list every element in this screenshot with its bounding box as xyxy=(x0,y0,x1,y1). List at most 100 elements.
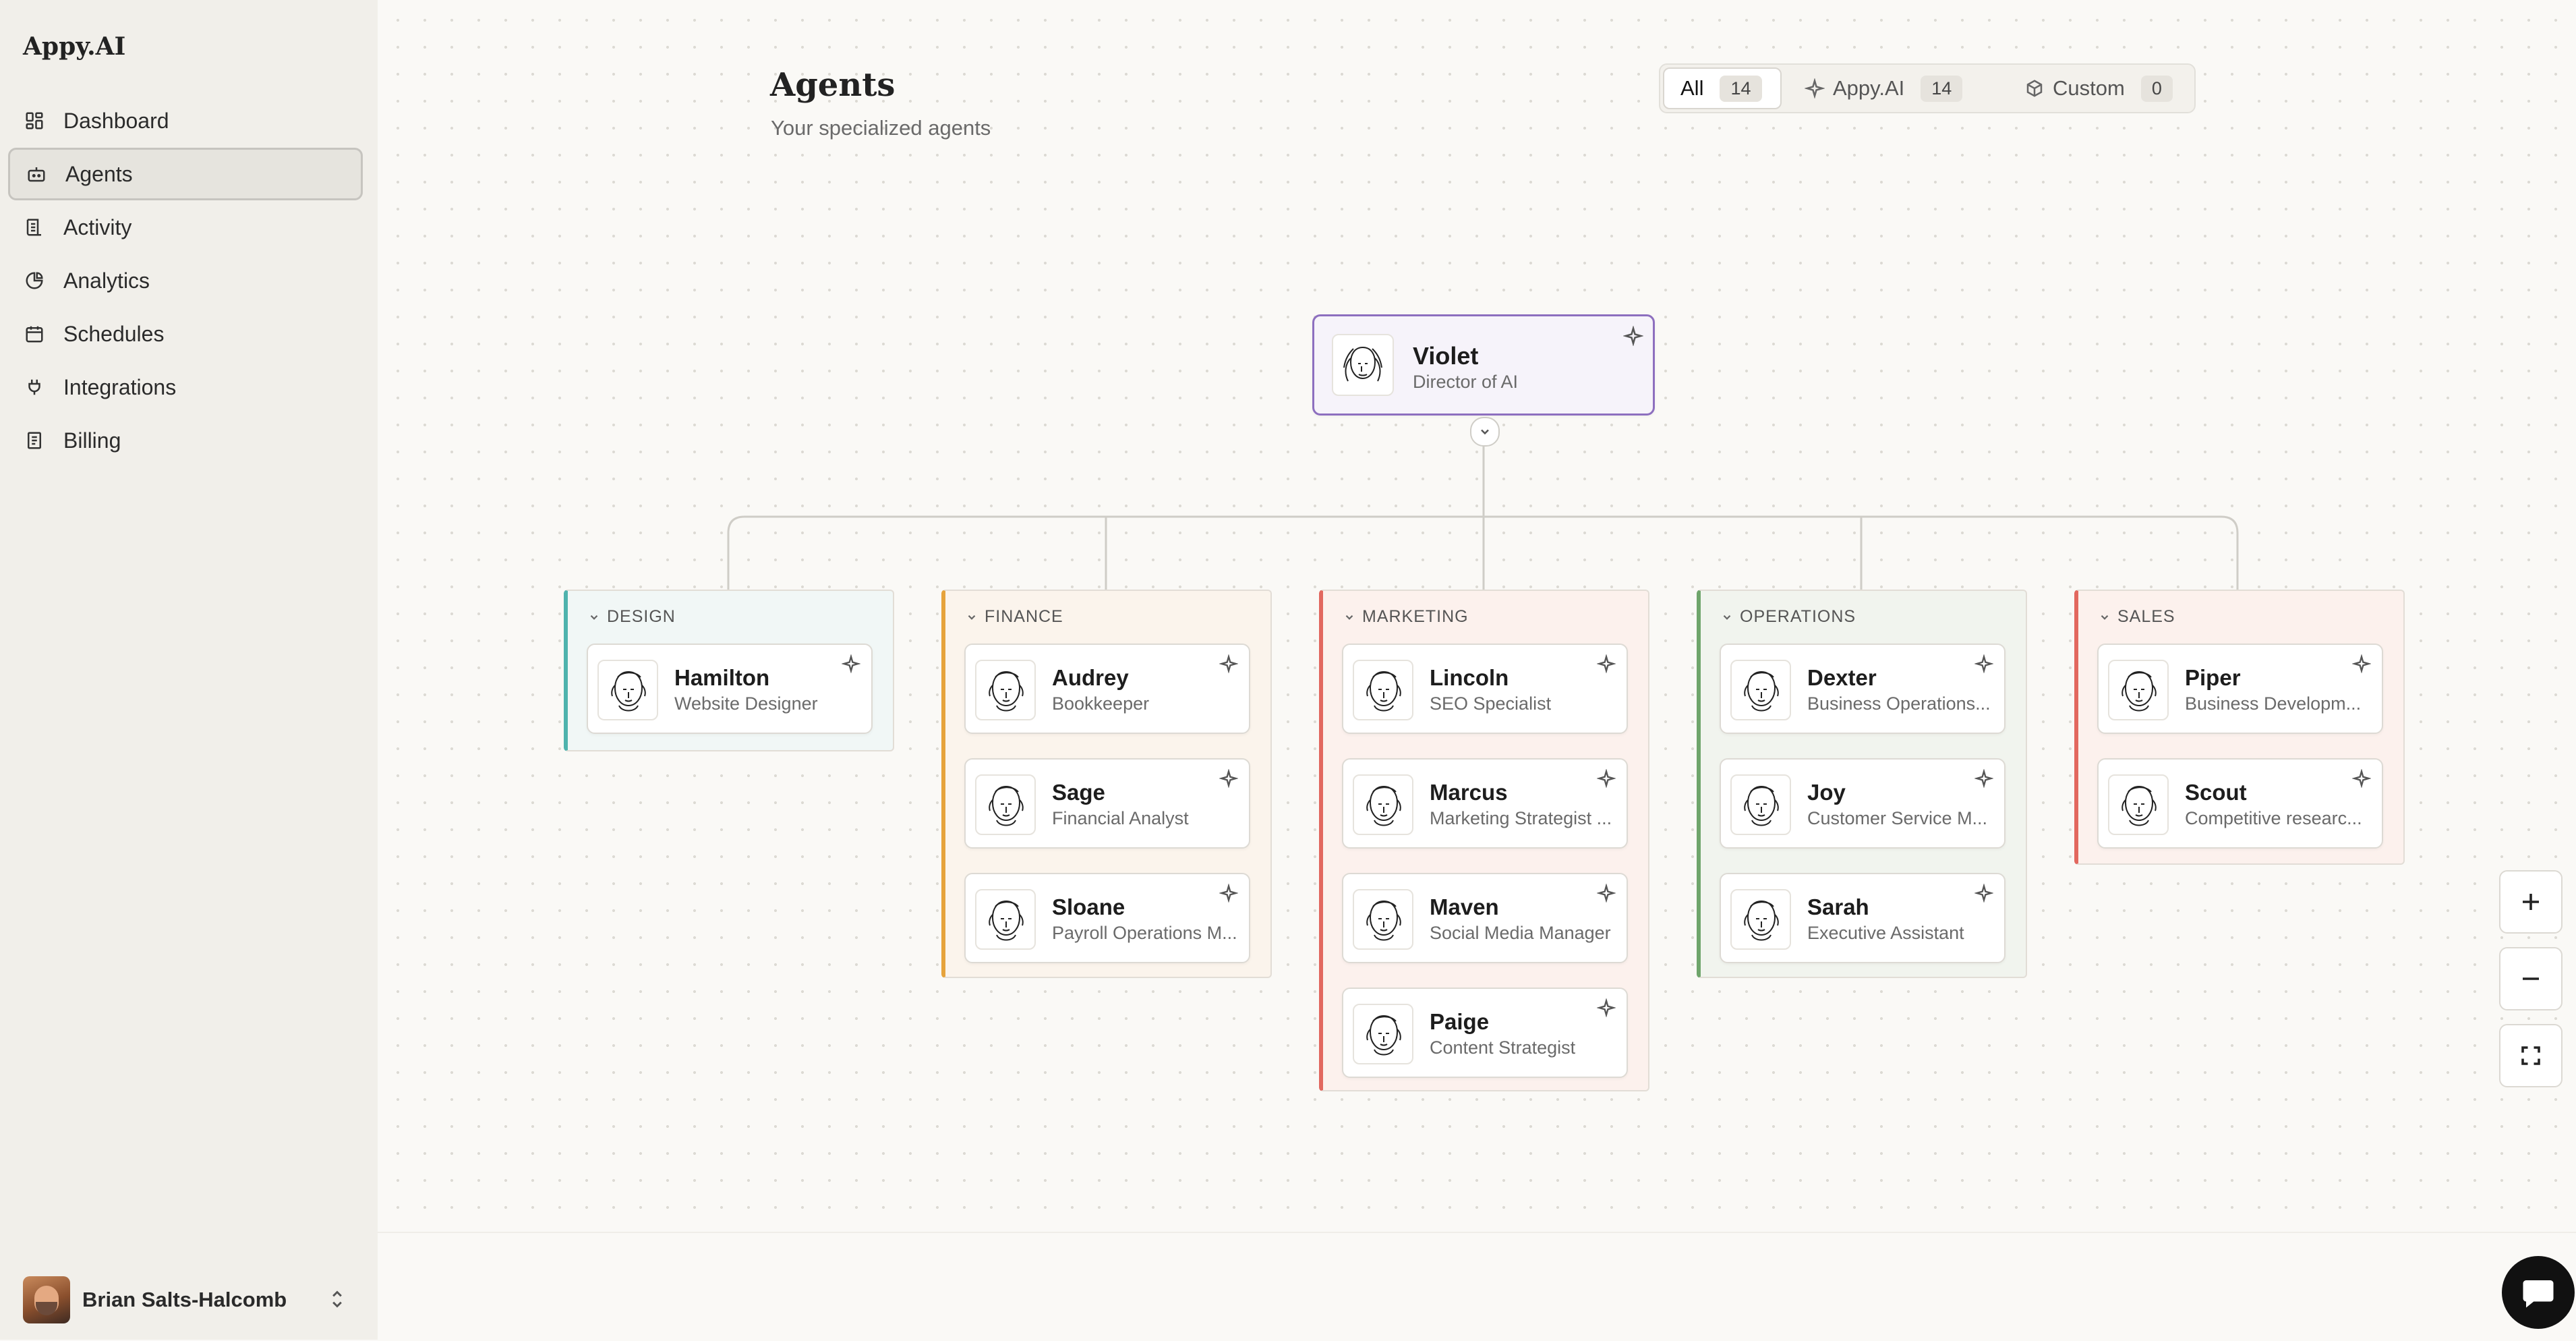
department-header[interactable]: OPERATIONS xyxy=(1721,607,1856,627)
sidebar-item-integrations[interactable]: Integrations xyxy=(8,361,363,413)
sparkle-icon xyxy=(1219,768,1239,789)
user-menu[interactable]: Brian Salts-Halcomb xyxy=(23,1275,360,1325)
agent-card-scout[interactable]: Scout Competitive researc... xyxy=(2097,758,2383,849)
department-finance: FINANCE Audrey Bookkeeper Sage Financial Ana… xyxy=(941,590,1272,978)
agent-portrait xyxy=(1730,774,1791,835)
agent-card-maven[interactable]: Maven Social Media Manager xyxy=(1342,873,1628,963)
sidebar-item-billing[interactable]: Billing xyxy=(8,414,363,467)
chevron-down-icon xyxy=(1721,611,1733,623)
chat-bubble-icon xyxy=(2520,1274,2556,1311)
sidebar-item-label: Billing xyxy=(63,428,121,453)
agent-portrait xyxy=(1730,660,1791,720)
filter-custom[interactable]: Custom 0 xyxy=(2011,67,2193,109)
plus-icon xyxy=(2519,890,2543,914)
receipt-icon xyxy=(23,429,46,452)
agent-portrait xyxy=(975,889,1036,950)
agent-portrait xyxy=(1353,660,1413,720)
agent-portrait xyxy=(975,660,1036,720)
agent-name: Dexter xyxy=(1807,665,1877,690)
department-label: SALES xyxy=(2117,607,2175,626)
department-header[interactable]: DESIGN xyxy=(588,607,676,627)
filter-label: Custom xyxy=(2053,76,2125,100)
agent-portrait xyxy=(1332,334,1394,396)
agent-portrait xyxy=(2108,774,2169,835)
agent-name: Scout xyxy=(2185,780,2247,805)
filter-appy-ai[interactable]: Appy.AI 14 xyxy=(1795,67,1991,109)
sparkle-icon xyxy=(1596,998,1617,1019)
zoom-out-button[interactable] xyxy=(2499,947,2563,1010)
department-marketing: MARKETING Lincoln SEO Specialist Marcus Mark… xyxy=(1319,590,1649,1091)
sparkle-icon xyxy=(2351,768,2372,789)
filter-all[interactable]: All 14 xyxy=(1663,67,1782,109)
agent-portrait xyxy=(1730,889,1791,950)
filter-label: Appy.AI xyxy=(1833,76,1905,100)
agent-role: SEO Specialist xyxy=(1430,693,1552,714)
plug-icon xyxy=(23,376,46,399)
agent-card-hamilton[interactable]: Hamilton Website Designer xyxy=(587,644,873,734)
sparkle-icon xyxy=(1974,768,1995,789)
collapse-toggle-button[interactable] xyxy=(1470,417,1500,447)
agent-name: Paige xyxy=(1430,1009,1490,1034)
agent-portrait xyxy=(1353,774,1413,835)
sparkle-icon xyxy=(1974,883,1995,904)
department-sales: SALES Piper Business Developm... Scout Compe… xyxy=(2074,590,2405,865)
agent-name: Joy xyxy=(1807,780,1846,805)
sidebar-item-analytics[interactable]: Analytics xyxy=(8,254,363,307)
agent-card-sarah[interactable]: Sarah Executive Assistant xyxy=(1720,873,2006,963)
agent-name: Piper xyxy=(2185,665,2241,690)
zoom-in-button[interactable] xyxy=(2499,870,2563,934)
department-header[interactable]: MARKETING xyxy=(1343,607,1469,627)
agent-card-paige[interactable]: Paige Content Strategist xyxy=(1342,988,1628,1078)
sidebar-item-label: Schedules xyxy=(63,321,165,346)
sparkle-icon xyxy=(1805,78,1825,98)
agent-name: Marcus xyxy=(1430,780,1508,805)
agent-card-dexter[interactable]: Dexter Business Operations... xyxy=(1720,644,2006,734)
filter-count: 14 xyxy=(1921,75,1963,102)
sparkle-icon xyxy=(1219,883,1239,904)
agent-name: Audrey xyxy=(1052,665,1129,690)
sidebar-item-label: Analytics xyxy=(63,268,150,293)
chat-button[interactable] xyxy=(2502,1256,2575,1329)
agent-name: Lincoln xyxy=(1430,665,1509,690)
agent-card-lincoln[interactable]: Lincoln SEO Specialist xyxy=(1342,644,1628,734)
agent-card-audrey[interactable]: Audrey Bookkeeper xyxy=(964,644,1250,734)
agent-filter-tabs: All 14 Appy.AI 14 Custom 0 xyxy=(1659,63,2196,113)
chevron-down-icon xyxy=(588,611,600,623)
agent-card-joy[interactable]: Joy Customer Service M... xyxy=(1720,758,2006,849)
agent-role: Financial Analyst xyxy=(1052,808,1189,828)
app-logo[interactable]: Appy.AI xyxy=(23,32,125,61)
canvas-footer xyxy=(378,1232,2576,1341)
sidebar-item-agents[interactable]: Agents xyxy=(8,148,363,200)
department-operations: OPERATIONS Dexter Business Operations... Jo… xyxy=(1697,590,2027,978)
sparkle-icon xyxy=(1622,325,1644,347)
agent-card-violet[interactable]: Violet Director of AI xyxy=(1312,314,1655,416)
department-header[interactable]: SALES xyxy=(2099,607,2175,627)
sidebar: Appy.AI Dashboard Agents Activity Analyt… xyxy=(0,0,378,1340)
agent-role: Marketing Strategist ... xyxy=(1430,808,1612,828)
agent-card-sage[interactable]: Sage Financial Analyst xyxy=(964,758,1250,849)
agent-card-sloane[interactable]: Sloane Payroll Operations M... xyxy=(964,873,1250,963)
agent-name: Sage xyxy=(1052,780,1105,805)
sidebar-item-label: Agents xyxy=(65,161,133,186)
sidebar-nav: Dashboard Agents Activity Analytics Sche… xyxy=(8,94,363,467)
agent-role: Social Media Manager xyxy=(1430,923,1611,943)
activity-icon xyxy=(23,216,46,239)
department-label: OPERATIONS xyxy=(1740,607,1856,626)
sparkle-icon xyxy=(1974,654,1995,675)
sidebar-item-activity[interactable]: Activity xyxy=(8,201,363,254)
agent-card-marcus[interactable]: Marcus Marketing Strategist ... xyxy=(1342,758,1628,849)
agent-name: Sarah xyxy=(1807,894,1869,919)
agent-card-piper[interactable]: Piper Business Developm... xyxy=(2097,644,2383,734)
agent-role: Content Strategist xyxy=(1430,1037,1576,1058)
sidebar-item-label: Dashboard xyxy=(63,108,169,133)
chevron-down-icon xyxy=(2099,611,2111,623)
chevron-down-icon xyxy=(1343,611,1355,623)
filter-count: 14 xyxy=(1720,75,1762,102)
department-header[interactable]: FINANCE xyxy=(966,607,1063,627)
agent-portrait xyxy=(2108,660,2169,720)
fit-view-button[interactable] xyxy=(2499,1024,2563,1087)
sidebar-item-dashboard[interactable]: Dashboard xyxy=(8,94,363,147)
filter-count: 0 xyxy=(2140,75,2173,102)
sidebar-item-schedules[interactable]: Schedules xyxy=(8,308,363,360)
agent-role: Director of AI xyxy=(1413,372,1519,392)
